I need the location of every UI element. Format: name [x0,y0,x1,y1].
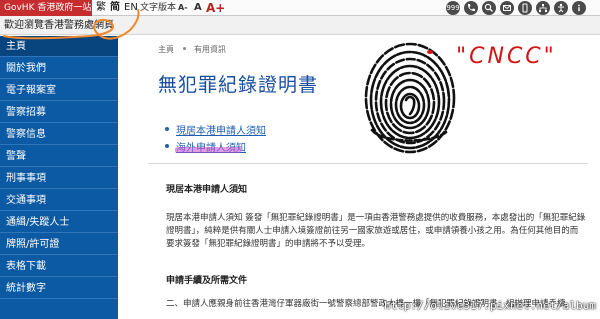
phone-icon[interactable] [464,1,478,15]
emergency-999-icon[interactable]: 999 [446,1,460,15]
link-bullet [165,144,169,148]
site-title: 歡迎瀏覽香港警務處網頁 [4,20,114,31]
section-paragraph-local: 現居本港申請人須知 簽發「無犯罪紀錄證明書」是一項由香港警務處提供的收費服務，本… [166,213,586,249]
breadcrumb-home[interactable]: 主頁 [158,44,174,55]
sidebar-item-wanted[interactable]: 通緝/失蹤人士 [0,212,118,233]
info-icon[interactable] [572,1,586,15]
local-applicant-link[interactable]: 現居本港申請人須知 [176,122,266,137]
sitemap-icon[interactable] [536,1,550,15]
sidebar-item-crime[interactable]: 刑事事項 [0,168,118,189]
sidebar-item-police-info[interactable]: 警察信息 [0,124,118,145]
mail-icon[interactable] [500,1,514,15]
search-icon[interactable] [482,1,496,15]
sidebar-item-offbeat[interactable]: 警聲 [0,146,118,167]
site-title-bar: 歡迎瀏覽香港警務處網頁 [0,16,600,35]
watermark-url: http://olive317.pixnet.net/album [384,299,596,312]
fingerprint-image [364,42,456,154]
accessibility-icon[interactable] [554,1,568,15]
handwritten-annotation: "CNCC" [456,44,557,69]
sidebar-item-about[interactable]: 關於我們 [0,58,118,79]
govhk-portal-link[interactable]: GovHK 香港政府一站通 [0,0,92,16]
text-version-link[interactable]: 文字版本 [140,0,176,16]
font-size-medium[interactable]: A [194,0,202,16]
pen-highlight [175,147,241,153]
breadcrumb-current: 有用資訊 [194,45,226,54]
section-heading-local: 現居本港申請人須知 [166,185,248,195]
breadcrumb-separator [183,47,186,50]
lang-english[interactable]: EN [124,0,138,16]
top-bar: GovHK 香港政府一站通 繁 简 EN 文字版本 A- A A+ 999 [0,0,600,16]
page: GovHK 香港政府一站通 繁 简 EN 文字版本 A- A A+ 999 歡迎… [0,0,600,319]
sidebar-item-home[interactable]: 主頁 [0,36,118,57]
sidebar-item-e-report[interactable]: 電子報案室 [0,80,118,101]
section-heading-procedure: 申請手續及所需文件 [166,276,248,286]
font-size-small[interactable]: A- [178,0,188,16]
sidebar-item-statistics[interactable]: 統計數字 [0,278,118,299]
link-bullet [165,127,169,131]
sidebar-item-traffic[interactable]: 交通事項 [0,190,118,211]
sidebar: 主頁 關於我們 電子報案室 警察招募 警察信息 警聲 刑事事項 交通事項 通緝/… [0,36,118,319]
smartphone-icon[interactable] [518,1,532,15]
font-size-large[interactable]: A+ [206,0,225,16]
divider [148,163,588,164]
sidebar-item-forms[interactable]: 表格下載 [0,256,118,277]
main-content: 主頁 有用資訊 無犯罪紀錄證明書 現居本港申請人須知 海外申請人須知 現居本港申… [118,36,600,319]
sidebar-item-recruitment[interactable]: 警察招募 [0,102,118,123]
page-title: 無犯罪紀錄證明書 [158,74,319,96]
lang-simplified[interactable]: 简 [110,0,120,16]
sidebar-item-licences[interactable]: 牌照/許可證 [0,234,118,255]
lang-traditional[interactable]: 繁 [96,0,106,16]
